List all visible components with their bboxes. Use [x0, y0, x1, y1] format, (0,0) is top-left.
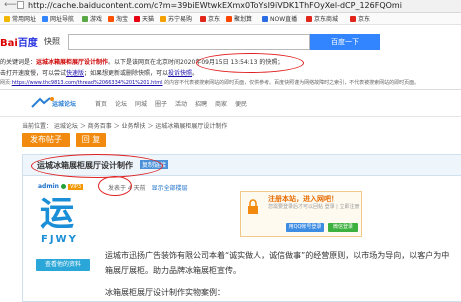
bookmark-site-icon: [262, 16, 268, 22]
author-name[interactable]: admin: [38, 183, 59, 190]
author-line: admin VIP3: [38, 183, 84, 190]
bookmark-site-icon: [82, 16, 88, 22]
page-icon: [17, 1, 24, 9]
baidu-header: Bai百度 快照 百度一下: [0, 25, 461, 52]
notice-line-2: 击打开速度慢，可以尝试快速版；如果想更新或删除快照，可以投诉快照。: [0, 70, 199, 77]
bookmark-item[interactable]: NOW直播: [262, 14, 297, 23]
bookmark-item[interactable]: 游戏: [82, 14, 102, 23]
bookmark-item[interactable]: 常用网址: [4, 14, 36, 23]
avatar-sub-text: FJWY: [41, 234, 78, 245]
view-profile-button[interactable]: 查看他的资料: [36, 259, 90, 271]
post-body-line: 冰箱展柜展厅设计制作实物案例：: [105, 288, 225, 297]
url-text[interactable]: http://cache.baiducontent.com/c?m=39biEW…: [28, 1, 402, 10]
fast-version-link[interactable]: 快速版: [66, 70, 84, 77]
avatar[interactable]: 运 FJWY: [32, 194, 96, 250]
kuaizhao-label: 快照: [44, 37, 60, 46]
bookmark-site-icon: [108, 16, 114, 22]
bookmark-item[interactable]: 苏宁易购: [160, 14, 192, 23]
nav-item[interactable]: 论坛: [115, 99, 127, 108]
online-status-icon: [60, 184, 66, 189]
bookmark-item[interactable]: 京东: [350, 14, 370, 23]
reply-button[interactable]: 回 复: [76, 133, 106, 147]
post-thread-button[interactable]: 发布帖子: [22, 133, 70, 147]
address-bar: ⟵ http://cache.baiducontent.com/c?m=39bi…: [0, 0, 461, 13]
search-input[interactable]: [68, 34, 310, 50]
bookmark-star-icon: [4, 16, 10, 22]
avatar-glyph: 运: [40, 194, 74, 234]
notice-line-3: 网页:https://www.thc9813.com/thread%206633…: [0, 80, 420, 86]
back-arrow-icon[interactable]: ⟵: [4, 0, 17, 10]
bookmark-site-icon: [160, 16, 166, 22]
bookmark-item[interactable]: 京东商城: [306, 14, 338, 23]
nav-item[interactable]: 招聘: [195, 99, 207, 108]
annotation-circle: [196, 53, 304, 73]
source-url-link[interactable]: https://www.thc9813.com/thread%2066334%2…: [12, 80, 163, 86]
nav-item[interactable]: 活动: [175, 99, 187, 108]
nav-item[interactable]: 同城: [135, 99, 147, 108]
bookmark-item[interactable]: 聚划算: [226, 14, 252, 23]
bookmark-item[interactable]: 网址导航: [42, 14, 74, 23]
show-all-floors-link[interactable]: 显示全部楼层: [152, 185, 188, 192]
forum-logo-text: 运城论坛: [52, 101, 77, 108]
baidu-logo[interactable]: Bai百度: [0, 34, 38, 49]
bookmark-item[interactable]: 天猫: [134, 14, 154, 23]
qq-login-button[interactable]: 用QQ帐号登录: [286, 223, 324, 232]
bookmark-item[interactable]: 京东: [200, 14, 220, 23]
complain-snapshot-link[interactable]: 投诉快照: [168, 70, 192, 77]
bookmark-site-icon: [226, 16, 232, 22]
bookmark-site-icon: [134, 16, 140, 22]
post-body-line: 运城市迅扬广告装饰有限公司本着“诚实做人，诚信做事”的经营原则，以市场为导向，以…: [105, 251, 450, 260]
annotation-circle: [31, 154, 163, 178]
post-body-line: 箱展厅展柜。助力品牌冰箱展柜宣传。: [105, 266, 241, 275]
lock-icon: [248, 199, 258, 214]
annotation-circle: [98, 176, 132, 196]
bookmarks-bar: 常用网址 网址导航 游戏 淘宝 天猫 苏宁易购 京东 聚划算 NOW直播 京东商…: [0, 13, 461, 25]
nav-item[interactable]: 便民: [235, 99, 247, 108]
wechat-login-button[interactable]: 微信登录: [328, 223, 358, 232]
bookmark-site-icon: [350, 16, 356, 22]
bookmark-site-icon: [306, 16, 312, 22]
nav-item[interactable]: 首页: [95, 99, 107, 108]
bookmark-item[interactable]: 淘宝: [108, 14, 128, 23]
nav-item[interactable]: 商家: [215, 99, 227, 108]
search-button[interactable]: 百度一下: [310, 34, 380, 50]
bookmark-site-icon: [200, 16, 206, 22]
breadcrumb: 当前位置： 运城论坛 ＞ 商务百事 ＞ 业务帮扶 ＞ 运城冰箱展柜展厅设计制作: [22, 123, 228, 130]
vip-badge: VIP3: [67, 184, 84, 190]
nav-item[interactable]: 圈子: [155, 99, 167, 108]
login-prompt-subtitle: 您需要登录后才可以回帖 登录 | 立即注册: [268, 204, 360, 210]
forum-header: 运城论坛 首页 论坛 同城 圈子 活动 招聘 商家 便民: [0, 90, 461, 117]
bookmark-site-icon: [42, 16, 48, 22]
